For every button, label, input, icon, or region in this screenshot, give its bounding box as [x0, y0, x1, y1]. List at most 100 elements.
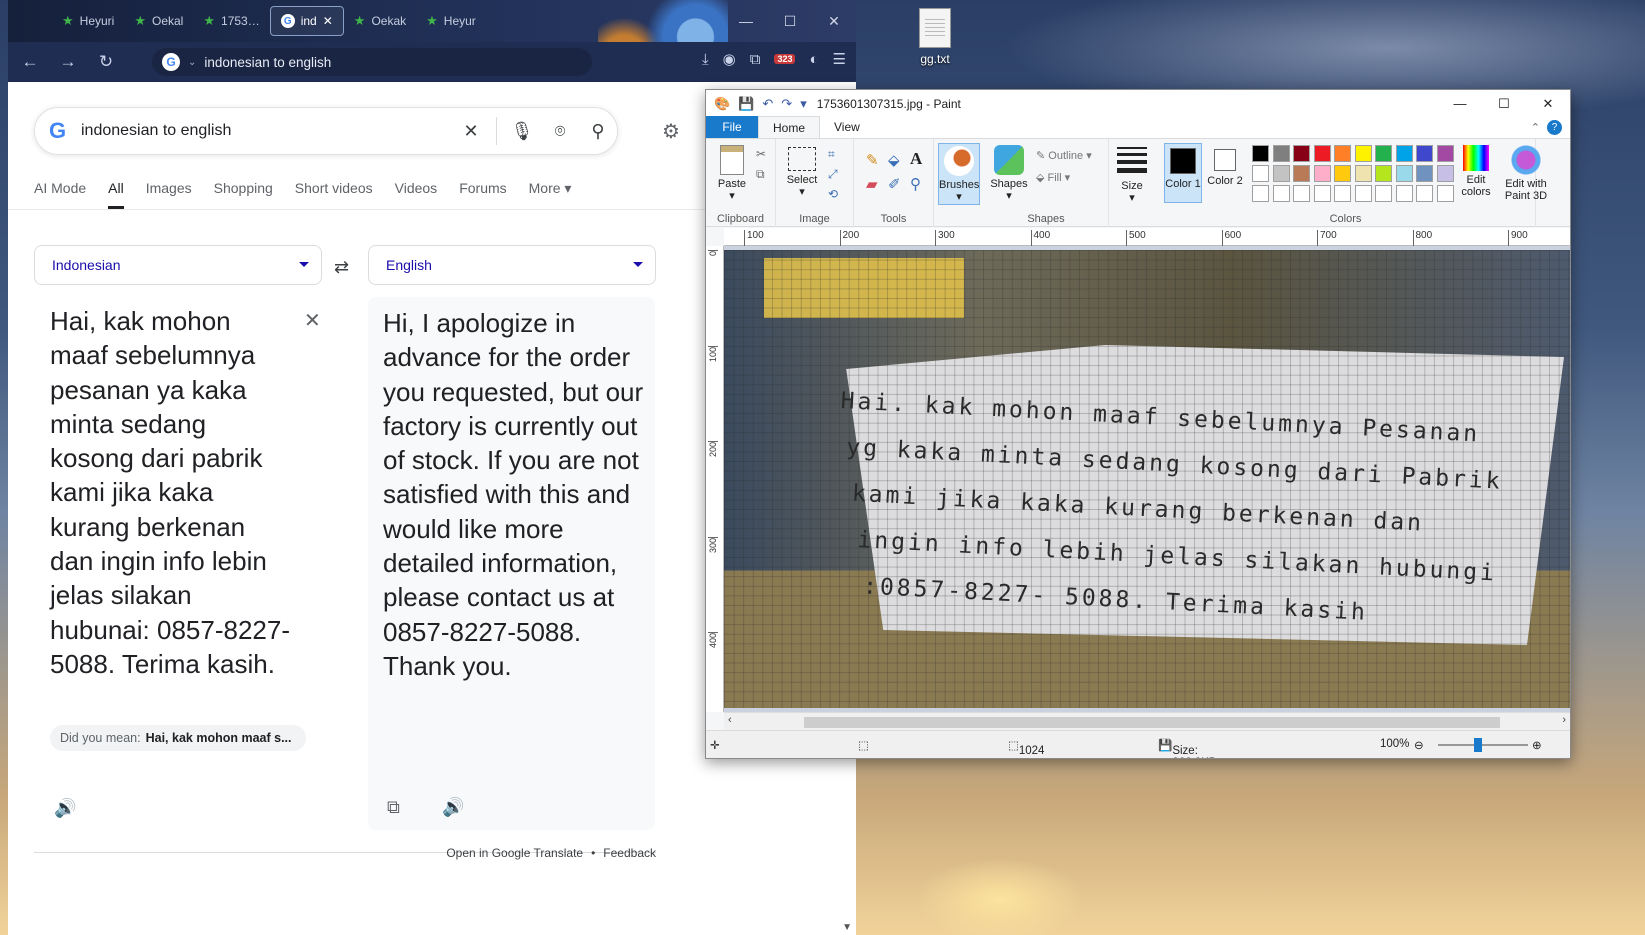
save-icon[interactable]: 💾 — [738, 96, 754, 112]
tab-videos[interactable]: Videos — [395, 180, 438, 209]
feedback-link[interactable]: Feedback — [603, 846, 656, 860]
target-language-select[interactable]: English — [368, 245, 656, 285]
palette-swatch[interactable] — [1293, 165, 1310, 182]
palette-swatch[interactable] — [1375, 165, 1392, 182]
scroll-right-icon[interactable]: › — [1562, 714, 1566, 726]
palette-swatch[interactable] — [1313, 165, 1331, 182]
file-menu[interactable]: File — [706, 116, 758, 138]
empty-palette-swatch[interactable] — [1313, 185, 1331, 202]
resize-icon[interactable]: ⤢ — [828, 167, 838, 182]
empty-palette-swatch[interactable] — [1252, 185, 1269, 202]
lens-camera-icon[interactable]: ⌾ — [541, 121, 579, 142]
tab-shopping[interactable]: Shopping — [214, 180, 273, 209]
palette-swatch[interactable] — [1395, 165, 1413, 182]
chevron-down-icon[interactable]: ⌄ — [188, 57, 196, 68]
open-in-translate-link[interactable]: Open in Google Translate — [446, 846, 583, 860]
tab-oekaki-2[interactable]: ★ Oekak — [344, 6, 416, 36]
horizontal-scrollbar[interactable]: ‹ › — [724, 712, 1570, 730]
paste-button[interactable]: Paste ▾ — [714, 145, 750, 202]
search-icon[interactable]: ⚲ — [579, 121, 617, 142]
empty-palette-swatch[interactable] — [1354, 185, 1372, 202]
palette-swatch[interactable] — [1416, 145, 1433, 162]
microphone-icon[interactable]: 🎙 — [503, 121, 541, 142]
empty-palette-swatch[interactable] — [1334, 185, 1351, 202]
copy-icon[interactable]: ⧉ — [756, 167, 765, 182]
scrollbar-thumb[interactable] — [804, 717, 1500, 728]
color1-button[interactable]: Color 1 — [1164, 143, 1202, 203]
collapse-ribbon-icon[interactable]: ⌃ — [1531, 121, 1540, 134]
cut-icon[interactable]: ✂ — [756, 147, 766, 161]
empty-palette-swatch[interactable] — [1375, 185, 1392, 202]
empty-palette-swatch[interactable] — [1395, 185, 1413, 202]
color2-button[interactable]: Color 2 — [1206, 143, 1244, 187]
pencil-icon[interactable]: ✎ — [866, 151, 879, 169]
desktop-file-icon[interactable]: gg.txt — [905, 8, 965, 66]
zoom-in-icon[interactable]: ⊕ — [1532, 738, 1542, 752]
source-text[interactable]: Hai, kak mohon maaf sebelumnya pesanan y… — [50, 304, 290, 681]
palette-swatch[interactable] — [1354, 145, 1372, 162]
empty-palette-swatch[interactable] — [1293, 185, 1310, 202]
fill-dropdown[interactable]: ⬙ Fill ▾ — [1036, 171, 1070, 184]
speaker-icon[interactable]: 🔊 — [54, 798, 76, 819]
tab-images[interactable]: Images — [146, 180, 192, 209]
tab-heyuri-2[interactable]: ★ Heyur — [416, 6, 486, 36]
empty-palette-swatch[interactable] — [1272, 185, 1290, 202]
undo-icon[interactable]: ↶ — [762, 96, 773, 112]
palette-swatch[interactable] — [1416, 165, 1433, 182]
magnifier-icon[interactable]: ⚲ — [910, 175, 921, 193]
palette-swatch[interactable] — [1272, 165, 1290, 182]
brushes-button[interactable]: Brushes ▾ — [938, 143, 980, 205]
minimize-icon[interactable]: — — [1438, 90, 1482, 117]
back-icon[interactable]: ← — [18, 52, 42, 72]
gear-icon[interactable]: ⚙ — [662, 119, 680, 144]
crop-icon[interactable]: ⌗ — [828, 147, 835, 162]
rotate-icon[interactable]: ⟲ — [828, 187, 838, 201]
address-bar[interactable]: G ⌄ indonesian to english — [152, 48, 592, 76]
palette-swatch[interactable] — [1272, 145, 1290, 162]
empty-palette-swatch[interactable] — [1416, 185, 1433, 202]
tab-more[interactable]: More ▾ — [529, 180, 572, 209]
tab-oekaki[interactable]: ★ Oekal — [124, 6, 193, 36]
tab-ai-mode[interactable]: AI Mode — [34, 180, 86, 209]
clear-text-icon[interactable]: ✕ — [304, 308, 321, 333]
palette-swatch[interactable] — [1252, 145, 1269, 162]
palette-swatch[interactable] — [1436, 165, 1454, 182]
tab-heyuri[interactable]: ★ Heyuri — [52, 6, 124, 36]
tab-home[interactable]: Home — [758, 116, 821, 138]
source-language-select[interactable]: Indonesian — [34, 245, 322, 285]
tab-forums[interactable]: Forums — [459, 180, 506, 209]
close-icon[interactable]: ✕ — [812, 0, 856, 42]
account-icon[interactable]: ◉ — [723, 50, 736, 68]
edit-with-paint3d-button[interactable]: Edit with Paint 3D — [1498, 145, 1554, 202]
palette-swatch[interactable] — [1395, 145, 1413, 162]
tab-google-active[interactable]: Gind ✕ — [269, 6, 344, 36]
zoom-slider[interactable] — [1438, 744, 1528, 746]
help-icon[interactable]: ? — [1547, 120, 1562, 135]
speaker-icon[interactable]: 🔊 — [442, 797, 464, 818]
did-you-mean-chip[interactable]: Did you mean: Hai, kak mohon maaf s... — [50, 725, 306, 751]
swap-languages-icon[interactable]: ⇄ — [334, 257, 349, 278]
customize-toolbar-icon[interactable]: ▾ — [800, 96, 807, 112]
extensions-icon[interactable]: ⧉ — [750, 51, 761, 68]
extension-badge[interactable]: 323 — [774, 54, 796, 64]
search-input[interactable]: indonesian to english — [81, 122, 452, 140]
eraser-icon[interactable]: ▰ — [866, 175, 878, 193]
image-canvas[interactable]: Hai. kak mohon maaf sebelumnya Pesananyg… — [724, 250, 1570, 708]
text-icon[interactable]: A — [910, 149, 922, 169]
download-icon[interactable]: ⤓ — [702, 51, 709, 68]
scroll-left-icon[interactable]: ‹ — [728, 714, 732, 726]
scroll-down-arrow-icon[interactable]: ▼ — [842, 922, 852, 933]
palette-swatch[interactable] — [1354, 165, 1372, 182]
tab-view[interactable]: View — [820, 116, 874, 138]
clear-search-icon[interactable]: ✕ — [452, 121, 490, 142]
zoom-slider-thumb[interactable] — [1474, 738, 1482, 752]
outline-dropdown[interactable]: ✎ Outline ▾ — [1036, 149, 1092, 162]
select-button[interactable]: Select ▾ — [784, 147, 820, 198]
tab-all[interactable]: All — [108, 180, 124, 209]
size-button[interactable]: Size ▾ — [1114, 147, 1150, 204]
palette-swatch[interactable] — [1313, 145, 1331, 162]
close-tab-icon[interactable]: ✕ — [323, 14, 333, 28]
menu-icon[interactable]: ☰ — [833, 50, 846, 68]
forward-icon[interactable]: → — [56, 52, 80, 72]
zoom-out-icon[interactable]: ⊖ — [1414, 738, 1424, 752]
